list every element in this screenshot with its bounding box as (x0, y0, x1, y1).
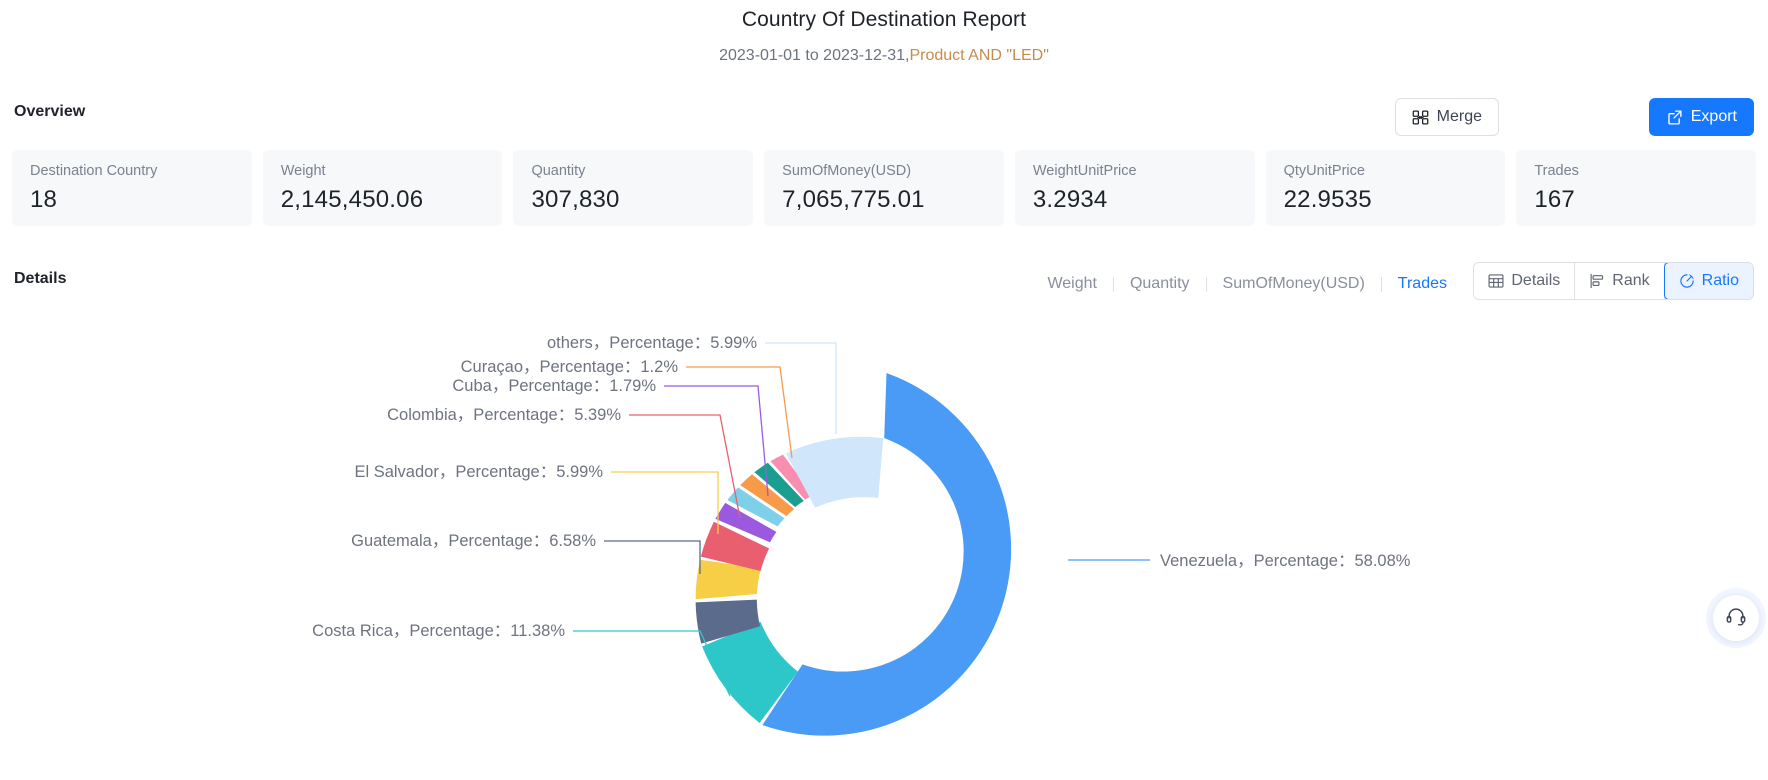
ratio-donut-chart: others，Percentage：5.99% Curaçao，Percenta… (0, 306, 1768, 780)
view-mode-details[interactable]: Details (1474, 263, 1576, 299)
card-label: SumOfMoney(USD) (782, 163, 912, 179)
card-label: Quantity (531, 163, 586, 179)
overview-card: SumOfMoney(USD) 7,065,775.01 (764, 150, 1004, 226)
export-button-label: Export (1690, 108, 1737, 125)
data-label-colombia: Colombia，Percentage：5.39% (387, 406, 621, 424)
overview-label: Overview (14, 103, 86, 120)
leader-line-others (765, 342, 837, 434)
merge-button[interactable]: Merge (1394, 98, 1499, 136)
slice-venezuela[interactable] (762, 373, 1012, 736)
metric-tab-trades[interactable]: Trades (1382, 270, 1463, 298)
card-label: WeightUnitPrice (1032, 163, 1137, 179)
overview-card: Weight 2,145,450.06 (262, 150, 503, 226)
overview-card: Quantity 307,830 (513, 150, 754, 226)
leader-lines (573, 342, 1150, 697)
leader-line-curacao (686, 366, 793, 459)
page-title: Country Of Destination Report (741, 8, 1027, 31)
bar-chart-icon (1589, 273, 1605, 289)
merge-button-label: Merge (1436, 108, 1482, 125)
metric-tab-quantity[interactable]: Quantity (1114, 270, 1206, 298)
report-date-range: 2023-01-01 to 2023-12-31, (719, 47, 910, 64)
card-value: 18 (30, 186, 58, 213)
overview-card: QtyUnitPrice 22.9535 (1265, 150, 1506, 226)
card-label: Weight (280, 163, 326, 179)
slice-others[interactable] (786, 436, 884, 508)
data-label-costa-rica: Costa Rica，Percentage：11.38% (312, 622, 565, 640)
card-value: 307,830 (531, 186, 620, 213)
leader-line-guatemala (604, 540, 701, 574)
details-label: Details (14, 270, 67, 287)
leader-line-el-salvador (611, 471, 719, 534)
view-mode-rank[interactable]: Rank (1575, 263, 1665, 299)
overview-card: WeightUnitPrice 3.2934 (1014, 150, 1255, 226)
view-mode-rank-label: Rank (1612, 272, 1650, 289)
metric-tab-weight[interactable]: Weight (1031, 270, 1113, 298)
data-label-curacao: Curaçao，Percentage：1.2% (461, 358, 679, 376)
overview-section-header: Overview Merge Export (0, 97, 1768, 141)
metric-tab-group: Weight Quantity SumOfMoney(USD) Trades (1031, 270, 1463, 298)
card-label: QtyUnitPrice (1283, 163, 1365, 179)
overview-card: Destination Country 18 (12, 150, 252, 226)
export-button[interactable]: Export (1648, 98, 1754, 136)
data-label-others: others，Percentage：5.99% (547, 334, 757, 352)
table-icon (1488, 273, 1504, 289)
merge-icon (1412, 109, 1429, 126)
view-mode-details-label: Details (1511, 272, 1561, 289)
card-label: Trades (1534, 163, 1579, 179)
overview-cards: Destination Country 18 Weight 2,145,450.… (12, 150, 1757, 226)
headset-icon (1725, 605, 1747, 632)
donut-slices (695, 373, 1012, 736)
report-page: Country Of Destination Report 2023-01-01… (0, 0, 1768, 780)
leader-line-colombia (629, 414, 741, 519)
data-label-cuba: Cuba，Percentage：1.79% (452, 377, 656, 395)
card-value: 22.9535 (1283, 186, 1372, 213)
donut-chart-svg: others，Percentage：5.99% Curaçao，Percenta… (312, 334, 1411, 736)
card-value: 167 (1534, 186, 1575, 213)
support-fab[interactable] (1706, 588, 1766, 648)
view-mode-ratio[interactable]: Ratio (1663, 263, 1754, 299)
data-label-el-salvador: El Salvador，Percentage：5.99% (354, 463, 603, 481)
overview-card: Trades 167 (1516, 150, 1757, 226)
details-section-header: Details Weight Quantity SumOfMoney(USD) … (0, 262, 1768, 306)
card-value: 2,145,450.06 (280, 186, 424, 213)
report-filter-summary: 2023-01-01 to 2023-12-31,Product AND "LE… (0, 47, 1768, 65)
card-value: 3.2934 (1032, 186, 1108, 213)
card-label: Destination Country (30, 163, 158, 179)
export-icon (1666, 109, 1683, 126)
card-value: 7,065,775.01 (782, 186, 925, 213)
view-mode-switch: Details Rank Ratio (1473, 262, 1754, 300)
metric-tab-sumofmoney[interactable]: SumOfMoney(USD) (1207, 270, 1381, 298)
data-label-guatemala: Guatemala，Percentage：6.58% (351, 532, 596, 550)
data-label-venezuela: Venezuela，Percentage：58.08% (1160, 552, 1411, 570)
view-mode-ratio-label: Ratio (1701, 272, 1739, 289)
pie-chart-icon (1679, 273, 1695, 289)
support-fab-inner (1713, 595, 1759, 641)
report-filter-token: Product AND "LED" (909, 47, 1049, 64)
